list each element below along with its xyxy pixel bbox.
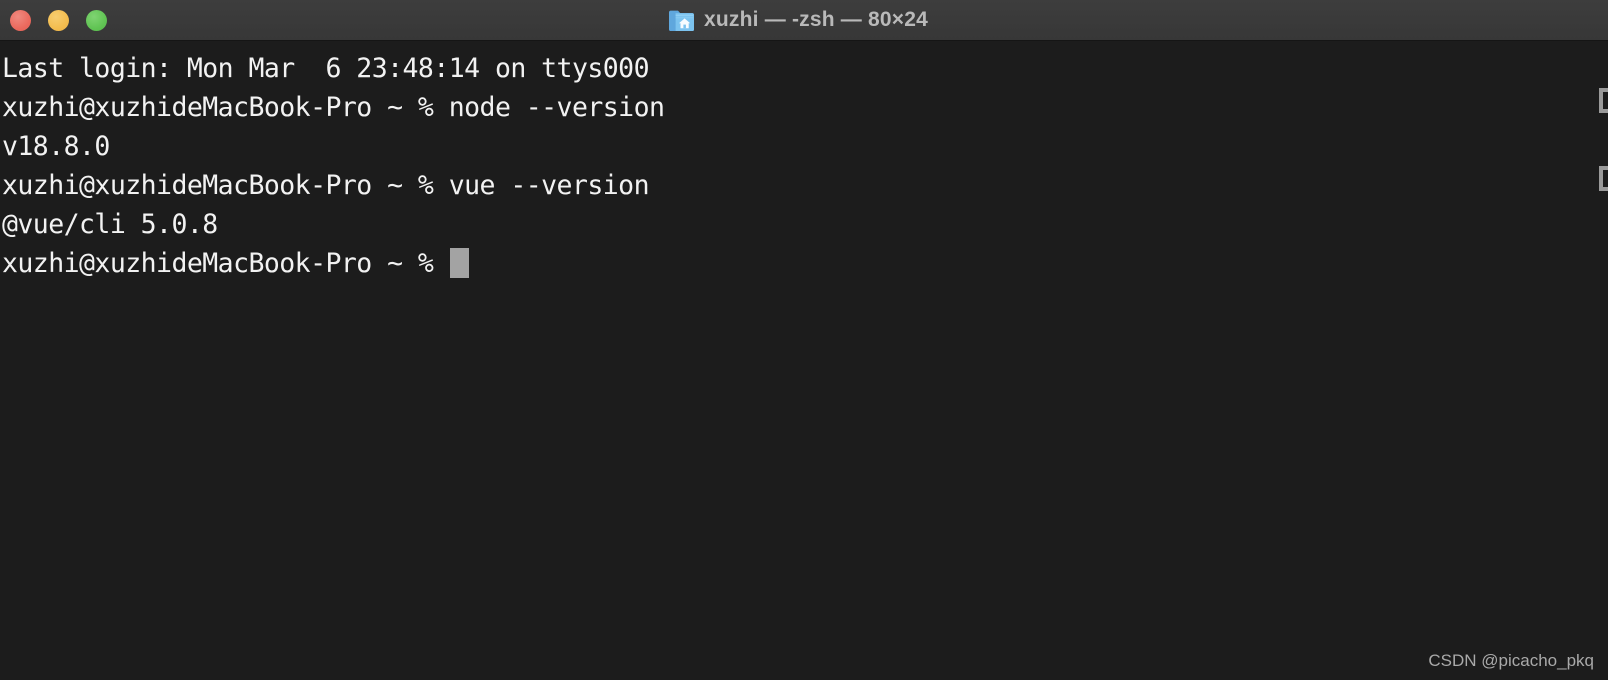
window-title: xuzhi — -zsh — 80×24 bbox=[704, 8, 928, 31]
terminal-screen: Last login: Mon Mar 6 23:48:14 on ttys00… bbox=[0, 49, 1608, 680]
terminal-prompt: xuzhi@xuzhideMacBook-Pro ~ % bbox=[2, 248, 449, 279]
terminal-line: xuzhi@xuzhideMacBook-Pro ~ % node --vers… bbox=[2, 92, 665, 123]
terminal-window: xuzhi — -zsh — 80×24 Last login: Mon Mar… bbox=[0, 0, 1608, 680]
line-wrap-marker bbox=[1599, 166, 1608, 191]
terminal-body[interactable]: Last login: Mon Mar 6 23:48:14 on ttys00… bbox=[0, 41, 1608, 680]
terminal-line: xuzhi@xuzhideMacBook-Pro ~ % vue --versi… bbox=[2, 170, 650, 201]
maximize-button[interactable] bbox=[86, 9, 107, 31]
terminal-line: Last login: Mon Mar 6 23:48:14 on ttys00… bbox=[2, 53, 650, 84]
window-titlebar[interactable]: xuzhi — -zsh — 80×24 bbox=[0, 0, 1608, 41]
window-title-group: xuzhi — -zsh — 80×24 bbox=[668, 8, 928, 33]
window-controls bbox=[10, 0, 107, 40]
line-wrap-marker bbox=[1599, 88, 1608, 113]
close-button[interactable] bbox=[10, 9, 31, 31]
terminal-line: v18.8.0 bbox=[2, 131, 110, 162]
terminal-line: @vue/cli 5.0.8 bbox=[2, 209, 218, 240]
watermark: CSDN @picacho_pkq bbox=[1428, 651, 1594, 670]
terminal-prompt-line: xuzhi@xuzhideMacBook-Pro ~ % bbox=[2, 244, 1608, 283]
home-folder-icon bbox=[668, 8, 695, 33]
terminal-cursor bbox=[449, 248, 469, 278]
minimize-button[interactable] bbox=[48, 9, 69, 31]
